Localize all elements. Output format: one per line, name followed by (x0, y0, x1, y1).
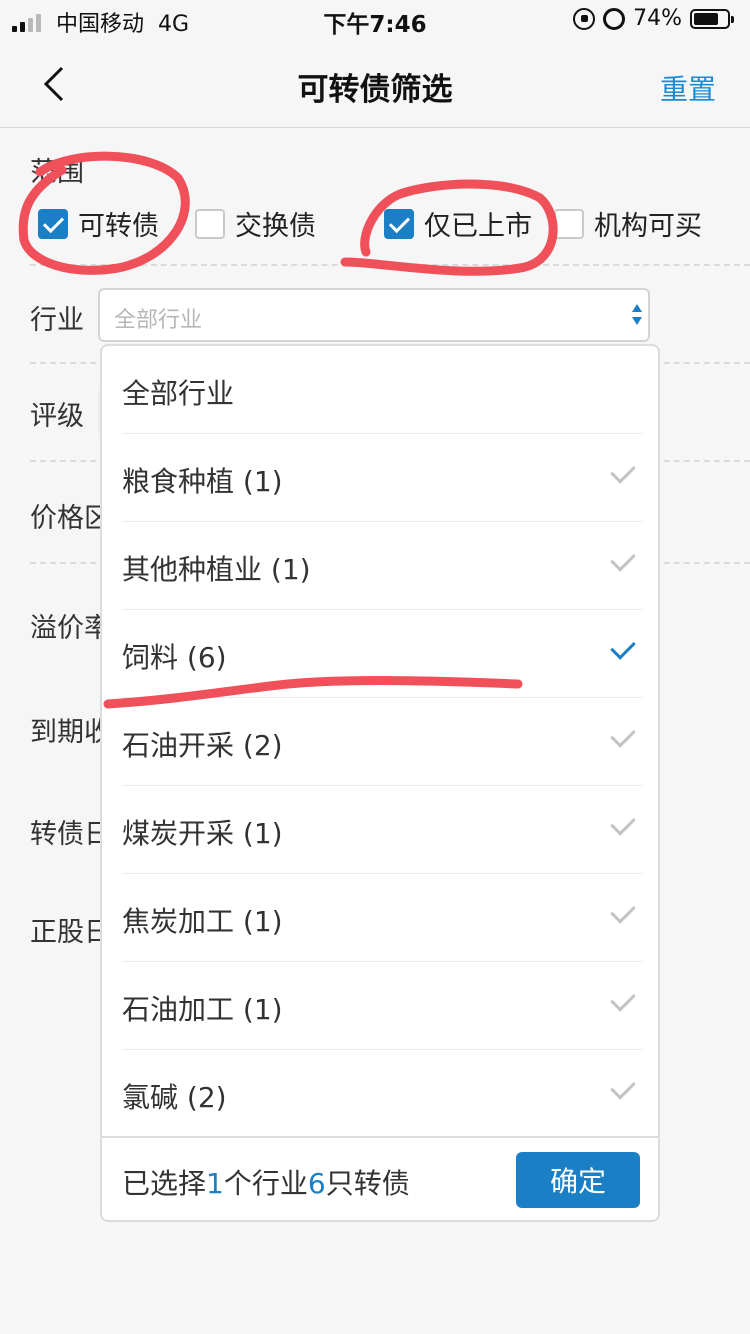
checkbox-institution-buyable[interactable]: 机构可买 (554, 204, 702, 243)
industry-option-selected[interactable]: 饲料 (6) (122, 610, 642, 698)
conversion-label: 转债日 (30, 819, 111, 850)
industry-option[interactable]: 石油加工 (1) (122, 962, 642, 1050)
checkbox-label: 交换债 (235, 211, 316, 242)
checkbox-convertible[interactable]: 可转债 (38, 204, 159, 243)
check-icon (610, 546, 636, 572)
rating-label: 评级 (30, 401, 84, 432)
option-label: 氯碱 (2) (122, 1081, 227, 1114)
summary-suffix: 只转债 (325, 1167, 410, 1200)
industry-option[interactable]: 石油开采 (2) (122, 698, 642, 786)
check-icon (610, 634, 636, 660)
selected-industry-count: 1 (206, 1167, 224, 1200)
battery-icon (690, 8, 734, 29)
battery-fill (694, 12, 718, 25)
checkbox-label: 可转债 (78, 211, 159, 242)
checkbox-listed-only[interactable]: 仅已上市 (384, 204, 532, 243)
check-icon (610, 986, 636, 1012)
checkbox-box (384, 208, 414, 239)
dropdown-footer: 已选择1个行业6只转债 确定 (102, 1136, 658, 1222)
industry-select-value: 全部行业 (114, 308, 203, 333)
check-icon (610, 458, 636, 484)
check-icon (610, 898, 636, 924)
option-label: 石油加工 (1) (122, 993, 283, 1026)
check-icon (610, 810, 636, 836)
industry-select[interactable]: 全部行业 (98, 288, 650, 342)
stock-label: 正股日 (30, 917, 111, 948)
option-label: 全部行业 (122, 377, 235, 410)
industry-option[interactable]: 焦炭加工 (1) (122, 874, 642, 962)
premium-rate-label: 溢价率 (30, 613, 111, 644)
option-label: 煤炭开采 (1) (122, 817, 283, 850)
selected-bond-count: 6 (307, 1167, 326, 1200)
industry-option[interactable]: 全部行业 (122, 346, 642, 434)
alarm-icon (603, 7, 626, 30)
checkbox-box (38, 208, 68, 239)
summary-prefix: 已选择 (122, 1167, 207, 1200)
option-label: 其他种植业 (1) (122, 553, 311, 586)
selection-summary: 已选择1个行业6只转债 (122, 1162, 410, 1202)
industry-option[interactable]: 氯碱 (2) (122, 1050, 642, 1138)
range-options: 可转债 交换债 仅已上市 机构可买 (38, 204, 738, 243)
status-indicators: 74% (573, 6, 734, 31)
summary-mid: 个行业 (223, 1167, 308, 1200)
checkbox-label: 仅已上市 (424, 211, 532, 242)
industry-option[interactable]: 其他种植业 (1) (122, 522, 642, 610)
price-range-label: 价格区 (30, 503, 111, 534)
page-title: 可转债筛选 (297, 72, 453, 108)
option-label: 焦炭加工 (1) (122, 905, 283, 938)
reset-button[interactable]: 重置 (660, 68, 716, 108)
confirm-button[interactable]: 确定 (516, 1152, 640, 1208)
battery-percent: 74% (633, 6, 682, 31)
check-icon (610, 722, 636, 748)
status-bar: 中国移动 4G 下午7:46 74% (0, 0, 750, 40)
checkbox-box (554, 208, 584, 239)
rotation-lock-icon (573, 7, 596, 30)
maturity-yield-label: 到期收 (30, 717, 111, 748)
checkbox-label: 机构可买 (594, 211, 702, 242)
divider (30, 264, 750, 266)
range-label: 范围 (30, 157, 84, 188)
industry-option[interactable]: 煤炭开采 (1) (122, 786, 642, 874)
industry-dropdown: 全部行业 粮食种植 (1) 其他种植业 (1) 饲料 (6) 石油开采 (2) … (100, 344, 660, 1222)
nav-bar: 可转债筛选 重置 (0, 40, 750, 128)
option-label: 石油开采 (2) (122, 729, 283, 762)
check-icon (610, 1074, 636, 1100)
checkbox-box (195, 208, 225, 239)
industry-label: 行业 (30, 305, 84, 336)
select-arrows-icon (632, 304, 642, 326)
checkbox-exchangeable[interactable]: 交换债 (195, 204, 316, 243)
option-label: 饲料 (6) (122, 641, 227, 674)
industry-option[interactable]: 粮食种植 (1) (122, 434, 642, 522)
option-label: 粮食种植 (1) (122, 465, 283, 498)
